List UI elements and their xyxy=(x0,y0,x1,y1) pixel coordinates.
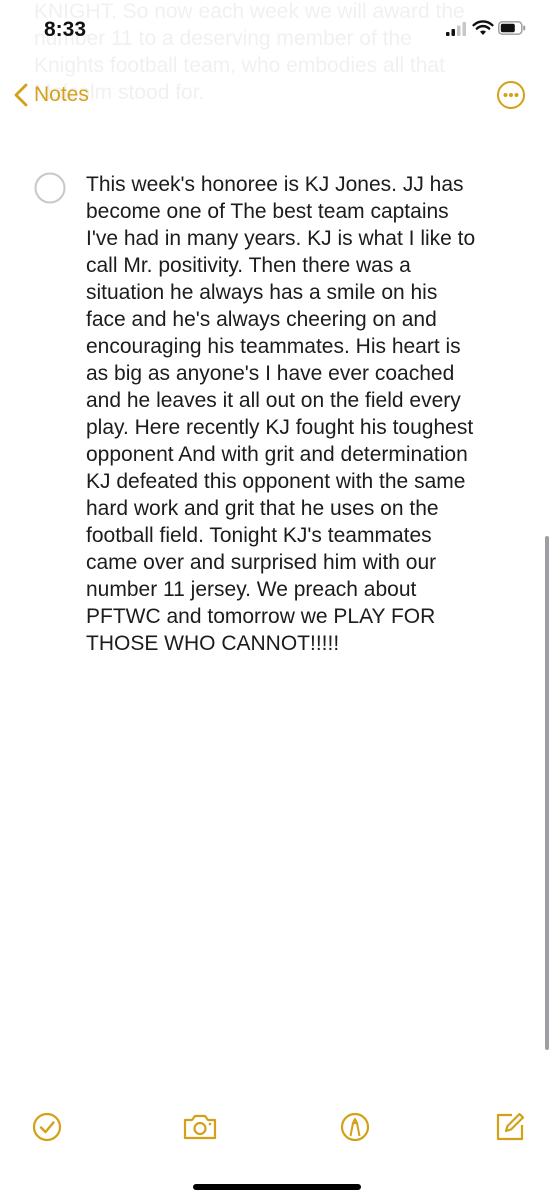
camera-icon xyxy=(183,1114,217,1140)
navigation-bar: Notes xyxy=(0,70,554,120)
cellular-signal-icon xyxy=(446,22,466,36)
home-indicator[interactable] xyxy=(193,1184,361,1190)
checklist-item-text[interactable]: This week's honoree is KJ Jones. JJ has … xyxy=(86,171,526,657)
battery-icon xyxy=(498,21,526,35)
markup-button[interactable] xyxy=(333,1105,377,1149)
camera-button[interactable] xyxy=(178,1105,222,1149)
ellipsis-circle-icon xyxy=(497,81,525,109)
status-time: 8:33 xyxy=(44,18,87,41)
compose-button[interactable] xyxy=(488,1105,532,1149)
scroll-indicator[interactable] xyxy=(545,536,549,1050)
checklist-button[interactable] xyxy=(25,1105,69,1149)
checklist-icon xyxy=(32,1112,62,1142)
bottom-toolbar xyxy=(0,1105,554,1155)
checkbox-unchecked-icon[interactable] xyxy=(34,172,66,204)
wifi-icon xyxy=(472,20,494,35)
chevron-left-icon xyxy=(14,83,28,107)
compose-icon xyxy=(496,1112,525,1141)
more-options-button[interactable] xyxy=(496,80,526,110)
markup-icon xyxy=(340,1112,370,1142)
back-to-notes-button[interactable]: Notes xyxy=(14,80,89,110)
back-button-label: Notes xyxy=(34,83,89,106)
status-bar: 8:33 xyxy=(0,0,554,54)
